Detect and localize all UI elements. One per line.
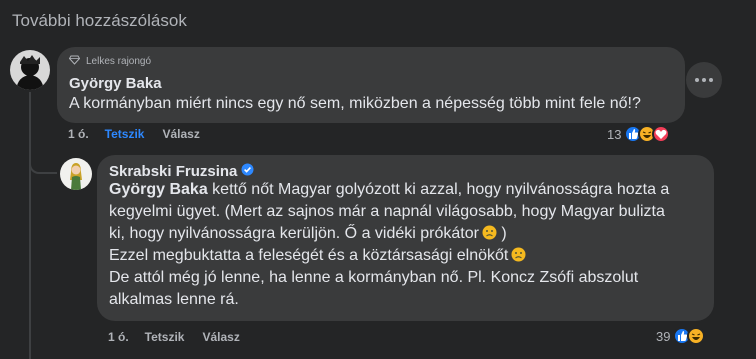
reply-bubble: Skrabski Fruzsina György Baka kettő nőt …: [97, 155, 714, 321]
love-icon: [652, 125, 671, 143]
reply-actions: 1 ó. Tetszik Válasz: [108, 330, 240, 344]
reaction-summary[interactable]: 39: [656, 327, 706, 345]
reply-button[interactable]: Válasz: [202, 330, 239, 344]
comment-text: A kormányban miért nincs egy nő sem, mik…: [69, 95, 641, 112]
more-dot-icon: [702, 78, 706, 82]
disappointed-emoji-icon: [511, 247, 526, 262]
reaction-summary[interactable]: 13: [607, 125, 671, 143]
reaction-count: 13: [607, 126, 622, 142]
disappointed-emoji-icon: [482, 225, 497, 240]
like-button[interactable]: Tetszik: [145, 330, 185, 344]
reply-line: kettő nőt Magyar golyózott ki azzal, hog…: [207, 181, 670, 198]
more-dot-icon: [695, 78, 699, 82]
more-options-button[interactable]: [686, 62, 722, 98]
reaction-count: 39: [656, 328, 671, 344]
reply-line: ): [496, 225, 507, 242]
fan-badge: Lelkes rajongó: [68, 55, 152, 68]
timestamp[interactable]: 1 ó.: [108, 330, 129, 344]
reply-author[interactable]: Skrabski Fruzsina: [109, 163, 254, 180]
timestamp[interactable]: 1 ó.: [68, 127, 89, 141]
reply-line: Ezzel megbuktatta a feleségét és a köztá…: [109, 247, 509, 264]
verified-badge-icon: [241, 163, 254, 180]
comment-bubble: Lelkes rajongó György Baka A kormányban …: [57, 47, 685, 123]
more-dot-icon: [709, 78, 713, 82]
diamond-icon: [68, 55, 81, 68]
reply-line: kegyelmi ügyet. (Mert az sajnos már a na…: [109, 203, 665, 220]
thread-line-vertical: [29, 92, 31, 359]
reply-line: alkalmas lenne rá.: [109, 291, 239, 308]
author-name[interactable]: Skrabski Fruzsina: [109, 163, 237, 180]
author-name[interactable]: György Baka: [69, 75, 162, 92]
comment-author[interactable]: György Baka: [69, 75, 162, 92]
section-title[interactable]: További hozzászólások: [12, 11, 187, 31]
like-button[interactable]: Tetszik: [105, 127, 145, 141]
reply-button[interactable]: Válasz: [162, 127, 199, 141]
mention-link[interactable]: György Baka: [109, 181, 208, 198]
reply-text: György Baka kettő nőt Magyar golyózott k…: [109, 179, 669, 311]
badge-label: Lelkes rajongó: [86, 56, 152, 67]
haha-icon: [687, 327, 706, 345]
avatar[interactable]: [10, 50, 50, 90]
comments-section: További hozzászólások Lelkes rajongó Gyö…: [0, 0, 756, 359]
avatar[interactable]: [60, 158, 92, 190]
thread-line-branch: [29, 160, 57, 174]
comment-actions: 1 ó. Tetszik Válasz: [68, 127, 200, 141]
reply-line: De attól még jó lenne, ha lenne a kormán…: [109, 269, 639, 286]
reply-line: ki, hogy nyilvánosságra kerüljön. Ő a vi…: [109, 225, 479, 242]
